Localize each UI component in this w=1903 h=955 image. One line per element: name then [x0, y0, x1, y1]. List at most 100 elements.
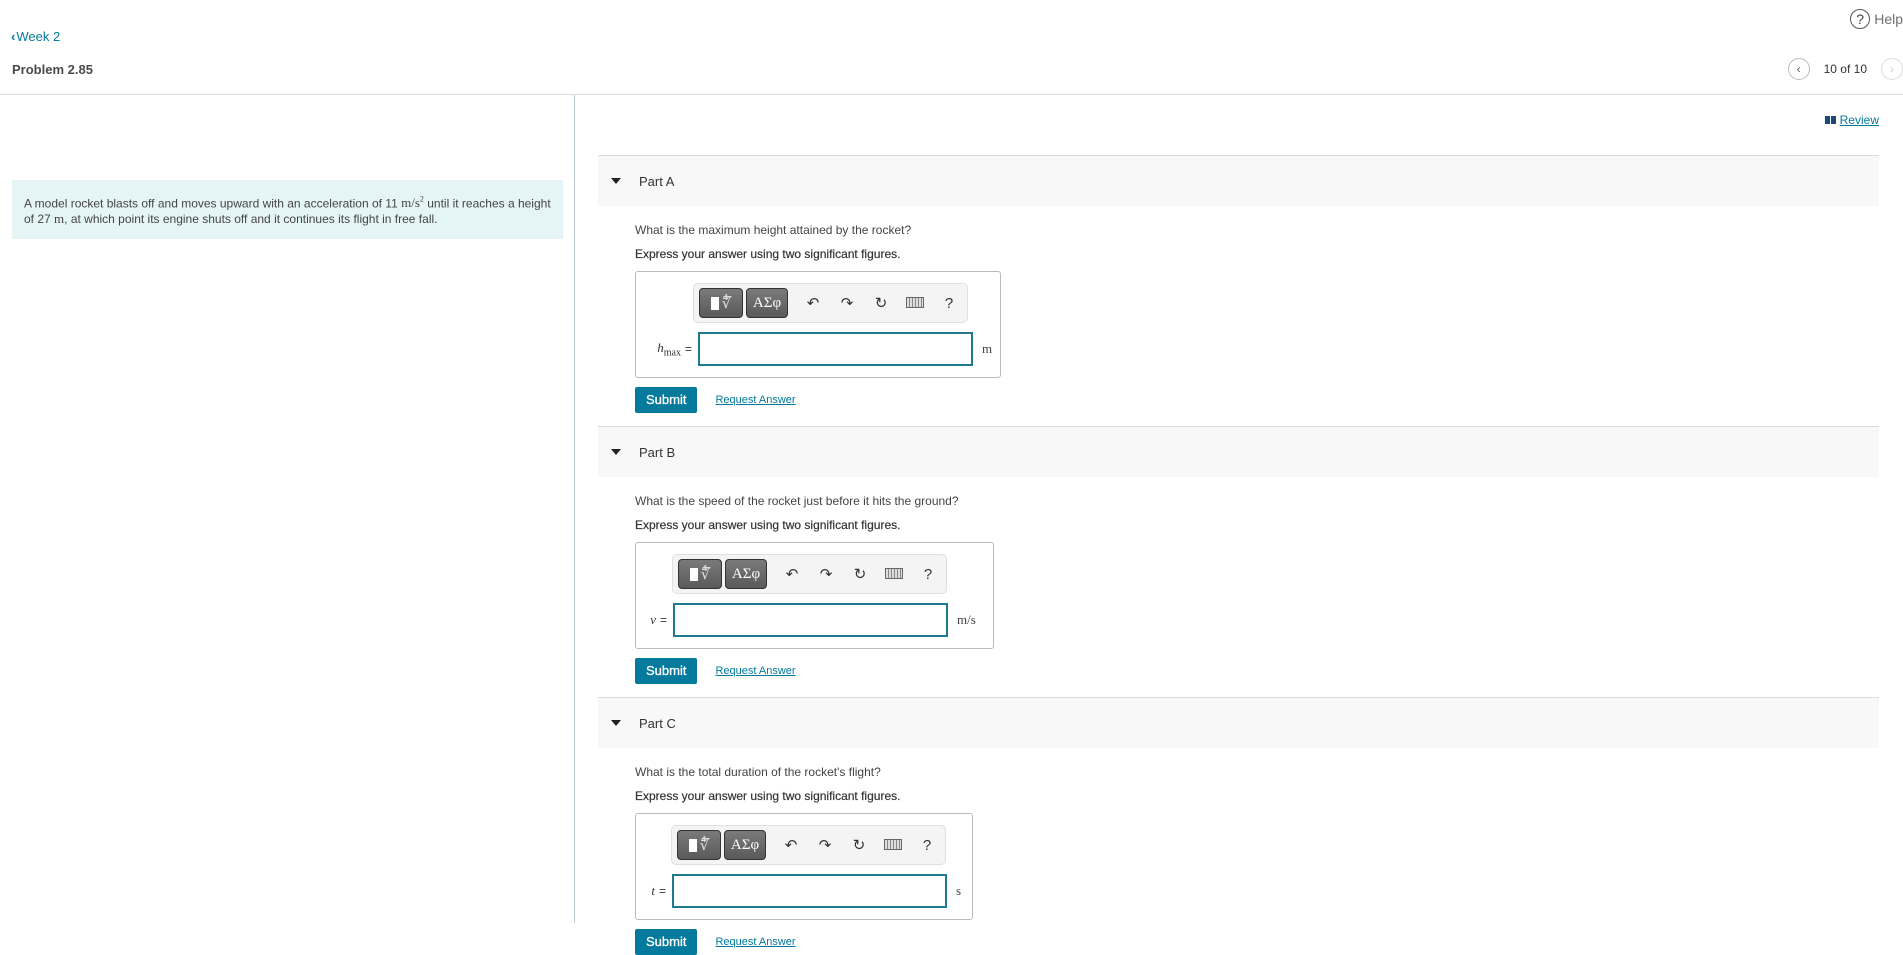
part-b-header[interactable]: Part B: [598, 426, 1879, 477]
answer-row: hmax = m: [636, 332, 1000, 366]
help-button[interactable]: ?: [911, 566, 945, 583]
greek-symbols-button[interactable]: ΑΣφ: [725, 559, 767, 589]
next-problem-button[interactable]: ›: [1881, 58, 1903, 80]
accel-unit: m/s2: [401, 195, 424, 210]
part-a: Part A What is the maximum height attain…: [598, 155, 1879, 413]
help-label: Help: [1874, 11, 1903, 27]
review-link[interactable]: Review: [1824, 113, 1879, 127]
unit-label: m/s: [957, 612, 976, 627]
collapse-caret-icon: [611, 178, 621, 184]
actions: Submit Request Answer: [635, 387, 1879, 413]
instruction-text: Express your answer using two significan…: [635, 518, 901, 532]
question-text: What is the maximum height attained by t…: [635, 223, 912, 237]
reset-icon[interactable]: ↻: [842, 836, 876, 854]
math-toolbar: ∜̅ ΑΣφ ↶ ↷ ↻ ?: [693, 283, 968, 323]
question-text: What is the total duration of the rocket…: [635, 765, 881, 779]
answer-row: t = s: [636, 874, 972, 908]
problem-text-end: , at which point its engine shuts off an…: [64, 212, 438, 227]
part-a-header[interactable]: Part A: [598, 155, 1879, 206]
templates-button[interactable]: ∜̅: [699, 288, 743, 318]
unit-label: s: [956, 883, 962, 898]
page-title: Problem 2.85: [12, 62, 93, 77]
templates-icon: [710, 296, 719, 310]
radical-glyph: ∜̅: [721, 295, 732, 312]
chevron-left-icon: ‹: [11, 29, 16, 44]
pager: ‹ 10 of 10 ›: [1787, 58, 1903, 80]
height-unit: m: [54, 211, 65, 227]
problem-text: A model rocket blasts off and moves upwa…: [24, 196, 402, 211]
variable: v: [650, 612, 656, 627]
greek-symbols-button[interactable]: ΑΣφ: [746, 288, 788, 318]
part-c: Part C What is the total duration of the…: [598, 697, 1879, 955]
help-link[interactable]: ? Help: [1850, 9, 1903, 29]
equals-sign: =: [685, 342, 693, 356]
request-answer-link[interactable]: Request Answer: [715, 936, 795, 948]
request-answer-link[interactable]: Request Answer: [715, 665, 795, 677]
part-label: Part A: [639, 173, 675, 189]
answer-input[interactable]: [672, 874, 948, 908]
part-label: Part C: [639, 715, 676, 731]
undo-icon[interactable]: ↶: [775, 565, 809, 583]
instruction-text: Express your answer using two significan…: [635, 789, 901, 803]
question-circle-icon: ?: [1850, 9, 1871, 29]
redo-icon[interactable]: ↷: [808, 836, 842, 854]
unit-label: m: [982, 341, 993, 356]
header-divider: [0, 94, 1903, 95]
keyboard-icon[interactable]: [898, 295, 932, 312]
part-b: Part B What is the speed of the rocket j…: [598, 426, 1879, 684]
help-button[interactable]: ?: [910, 837, 944, 854]
variable-label: v: [636, 612, 656, 628]
answer-row: v = m/s: [636, 603, 993, 637]
undo-icon[interactable]: ↶: [774, 836, 808, 854]
answer-box: ∜̅ ΑΣφ ↶ ↷ ↻ ? v = m/s: [635, 542, 994, 649]
equals-sign: =: [660, 613, 668, 627]
answer-input[interactable]: [673, 603, 949, 637]
part-c-header[interactable]: Part C: [598, 697, 1879, 748]
redo-icon[interactable]: ↷: [809, 565, 843, 583]
redo-icon[interactable]: ↷: [830, 294, 864, 312]
keyboard-icon[interactable]: [876, 837, 910, 854]
back-to-week-link[interactable]: ‹ Week 2: [11, 29, 60, 44]
variable: t: [651, 883, 655, 898]
math-toolbar: ∜̅ ΑΣφ ↶ ↷ ↻ ?: [672, 554, 947, 594]
templates-button[interactable]: ∜̅: [678, 559, 722, 589]
variable-sub: max: [663, 347, 681, 359]
accel-unit-text: m/s: [401, 195, 420, 211]
templates-icon: [688, 838, 697, 852]
keyboard-icon[interactable]: [877, 566, 911, 583]
answer-input[interactable]: [698, 332, 974, 366]
collapse-caret-icon: [611, 449, 621, 455]
actions: Submit Request Answer: [635, 929, 1879, 955]
collapse-caret-icon: [611, 720, 621, 726]
variable-label: hmax: [636, 340, 681, 359]
answer-box: ∜̅ ΑΣφ ↶ ↷ ↻ ? t = s: [635, 813, 973, 920]
templates-button[interactable]: ∜̅: [677, 830, 721, 860]
variable-label: t: [636, 883, 655, 899]
radical-glyph: ∜̅: [699, 837, 710, 854]
templates-icon: [689, 567, 698, 581]
equals-sign: =: [659, 884, 667, 898]
column-divider: [574, 95, 575, 923]
reset-icon[interactable]: ↻: [843, 565, 877, 583]
request-answer-link[interactable]: Request Answer: [715, 394, 795, 406]
submit-button[interactable]: Submit: [635, 658, 698, 684]
actions: Submit Request Answer: [635, 658, 1879, 684]
part-label: Part B: [639, 444, 676, 460]
pager-count: 10 of 10: [1823, 62, 1867, 76]
back-label: Week 2: [16, 29, 61, 44]
question-text: What is the speed of the rocket just bef…: [635, 494, 959, 508]
help-button[interactable]: ?: [932, 295, 966, 312]
radical-glyph: ∜̅: [700, 566, 711, 583]
answer-box: ∜̅ ΑΣφ ↶ ↷ ↻ ? hmax = m: [635, 271, 1001, 378]
review-label: Review: [1839, 113, 1879, 127]
instruction-text: Express your answer using two significan…: [635, 247, 901, 261]
book-icon: [1824, 116, 1836, 124]
math-toolbar: ∜̅ ΑΣφ ↶ ↷ ↻ ?: [671, 825, 946, 865]
submit-button[interactable]: Submit: [635, 387, 698, 413]
greek-symbols-button[interactable]: ΑΣφ: [724, 830, 766, 860]
undo-icon[interactable]: ↶: [796, 294, 830, 312]
submit-button[interactable]: Submit: [635, 929, 698, 955]
problem-statement: A model rocket blasts off and moves upwa…: [12, 180, 563, 240]
previous-problem-button[interactable]: ‹: [1787, 58, 1810, 80]
reset-icon[interactable]: ↻: [864, 294, 898, 312]
